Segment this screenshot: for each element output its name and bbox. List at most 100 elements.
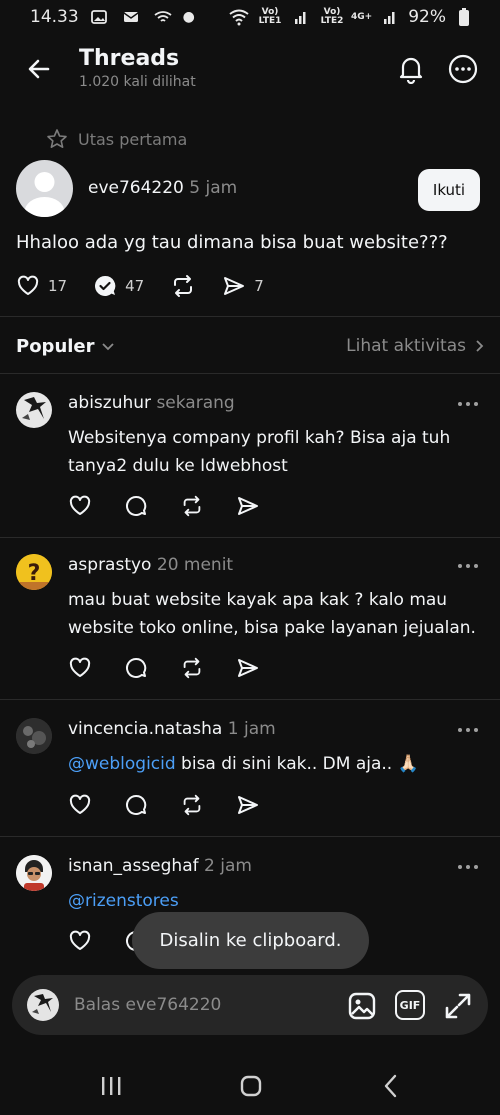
attach-image-button[interactable]: [346, 990, 378, 1022]
mail-notification-icon: [119, 5, 143, 29]
share-count: 7: [254, 277, 264, 295]
reply-actions: [68, 793, 260, 817]
battery-icon: [452, 5, 476, 29]
view-activity-label: Lihat aktivitas: [346, 336, 466, 356]
reply-username-row: vincencia.natasha 1 jam: [68, 719, 276, 739]
reply-item: abiszuhur sekarang Websitenya company pr…: [0, 392, 500, 542]
reply-more-button[interactable]: [456, 396, 480, 412]
like-button[interactable]: 17: [16, 274, 67, 298]
chevron-right-icon: [476, 340, 484, 352]
reply-body: mau buat website kayak apa kak ? kalo ma…: [68, 590, 476, 638]
mention-link[interactable]: @rizenstores: [68, 891, 179, 911]
reply-text: @rizenstores: [68, 887, 488, 915]
reply-text: mau buat website kayak apa kak ? kalo ma…: [68, 586, 488, 642]
wifi-icon: [227, 5, 251, 29]
heart-icon[interactable]: [68, 494, 92, 518]
more-horizontal-icon: [458, 728, 478, 732]
reply-item: ? asprastyo 20 menit mau buat website ka…: [0, 554, 500, 694]
reply-body: bisa di sini kak.. DM aja.. 🙏🏻: [175, 754, 419, 774]
comment-icon[interactable]: [124, 656, 148, 680]
system-back-button[interactable]: [371, 1068, 411, 1104]
reply-avatar[interactable]: ?: [16, 554, 52, 590]
send-icon[interactable]: [236, 793, 260, 817]
reply-count-button[interactable]: 47: [93, 274, 144, 298]
home-icon: [240, 1075, 262, 1097]
follow-button[interactable]: Ikuti: [418, 169, 480, 211]
reply-time: 1 jam: [227, 719, 276, 739]
repost-icon[interactable]: [180, 494, 204, 518]
like-count: 17: [48, 277, 68, 295]
reply-username[interactable]: asprastyo: [68, 555, 151, 575]
heart-icon: [17, 275, 39, 295]
comment-icon[interactable]: [124, 793, 148, 817]
sort-dropdown[interactable]: Populer: [16, 336, 115, 357]
repost-button[interactable]: [170, 274, 196, 298]
sort-label: Populer: [16, 335, 95, 357]
view-activity-link[interactable]: Lihat aktivitas: [346, 336, 484, 356]
divider: [0, 699, 500, 700]
sort-row: Populer Lihat aktivitas: [16, 332, 484, 360]
expand-composer-button[interactable]: [442, 990, 474, 1022]
divider: [0, 373, 500, 374]
reply-time: 20 menit: [156, 555, 234, 575]
bell-icon: [399, 57, 423, 84]
share-button[interactable]: 7: [222, 274, 264, 298]
comment-icon[interactable]: [124, 494, 148, 518]
reply-more-button[interactable]: [456, 722, 480, 738]
more-options-button[interactable]: [446, 52, 480, 86]
status-time: 14.33: [30, 7, 79, 27]
gif-button[interactable]: GIF: [395, 990, 425, 1020]
reply-username-row: abiszuhur sekarang: [68, 393, 235, 413]
reply-actions: [68, 656, 260, 680]
heart-icon[interactable]: [68, 656, 92, 680]
back-button[interactable]: [22, 52, 56, 86]
sim2-label: Vo) LTE2: [320, 7, 344, 26]
image-icon: [348, 992, 376, 1020]
first-thread-text: Utas pertama: [78, 129, 188, 149]
repost-icon[interactable]: [180, 793, 204, 817]
reply-avatar[interactable]: [16, 855, 52, 891]
replied-check-icon: [95, 275, 116, 296]
op-username-row: eve764220 5 jam: [88, 178, 237, 198]
notification-dot-icon: ●: [182, 9, 195, 25]
reply-time: 2 jam: [204, 856, 252, 876]
battery-percent: 92%: [408, 7, 446, 27]
divider: [0, 316, 500, 317]
op-username[interactable]: eve764220: [88, 178, 184, 198]
heart-icon[interactable]: [68, 929, 92, 953]
more-horizontal-icon: [458, 564, 478, 568]
home-button[interactable]: [231, 1068, 271, 1104]
reply-username[interactable]: isnan_asseghaf: [68, 856, 199, 876]
reply-avatar[interactable]: [16, 392, 52, 428]
mention-link[interactable]: @weblogicid: [68, 754, 176, 774]
heart-icon[interactable]: [68, 793, 92, 817]
more-circle-icon: [448, 54, 478, 84]
recent-apps-icon: [102, 1077, 121, 1095]
notifications-button[interactable]: [394, 52, 428, 86]
send-icon[interactable]: [236, 494, 260, 518]
reply-body: Websitenya company profil kah? Bisa aja …: [68, 428, 451, 476]
reply-avatar[interactable]: [16, 718, 52, 754]
wifi-calling-icon: [151, 5, 175, 29]
op-actions: 17 47 7: [16, 272, 290, 300]
reply-input[interactable]: [74, 975, 334, 1035]
send-icon[interactable]: [236, 656, 260, 680]
recent-apps-button[interactable]: [91, 1068, 131, 1104]
header: Threads 1.020 kali dilihat: [0, 38, 500, 102]
chevron-left-icon: [384, 1074, 397, 1098]
page-title: Threads: [79, 46, 180, 71]
reply-bar: GIF: [12, 975, 488, 1035]
reply-more-button[interactable]: [456, 558, 480, 574]
network-type-label: 4G+: [351, 11, 373, 22]
sim1-label: Vo) LTE1: [258, 7, 282, 26]
repost-icon[interactable]: [180, 656, 204, 680]
op-avatar[interactable]: [16, 160, 73, 217]
reply-username[interactable]: vincencia.natasha: [68, 719, 222, 739]
reply-text: Websitenya company profil kah? Bisa aja …: [68, 424, 488, 480]
reply-more-button[interactable]: [456, 859, 480, 875]
send-icon: [224, 277, 245, 295]
view-count: 1.020 kali dilihat: [79, 74, 196, 90]
op-text: Hhaloo ada yg tau dimana bisa buat websi…: [16, 232, 448, 253]
reply-username[interactable]: abiszuhur: [68, 393, 151, 413]
system-nav-bar: [0, 1050, 500, 1115]
